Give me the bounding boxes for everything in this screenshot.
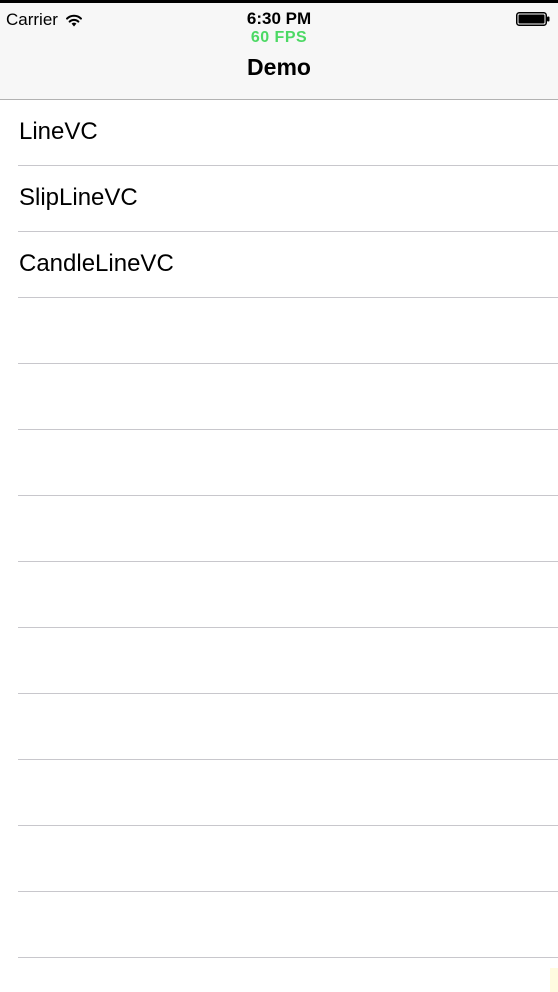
scroll-indicator — [550, 968, 558, 992]
table-view: LineVC SlipLineVC CandleLineVC — [0, 100, 558, 958]
table-row-empty — [0, 694, 558, 760]
row-label: SlipLineVC — [19, 184, 138, 211]
table-row-empty — [0, 562, 558, 628]
table-row-empty — [0, 364, 558, 430]
status-time: 6:30 PM — [246, 9, 312, 28]
row-label: CandleLineVC — [19, 250, 174, 277]
row-separator — [18, 957, 558, 958]
table-row-empty — [0, 826, 558, 892]
table-row-candlelinevc[interactable]: CandleLineVC — [0, 232, 558, 298]
row-label: LineVC — [19, 118, 98, 145]
navigation-bar: Carrier 6:30 PM 60 FPS Demo — [0, 3, 558, 100]
table-row-empty — [0, 298, 558, 364]
table-row-empty — [0, 430, 558, 496]
table-row-linevc[interactable]: LineVC — [0, 100, 558, 166]
page-title: Demo — [247, 54, 311, 80]
table-row-empty — [0, 892, 558, 958]
battery-icon — [516, 12, 550, 26]
table-row-empty — [0, 760, 558, 826]
table-row-empty — [0, 496, 558, 562]
table-row-sliplinevc[interactable]: SlipLineVC — [0, 166, 558, 232]
table-row-empty — [0, 628, 558, 694]
fps-indicator: 60 FPS — [250, 29, 308, 46]
